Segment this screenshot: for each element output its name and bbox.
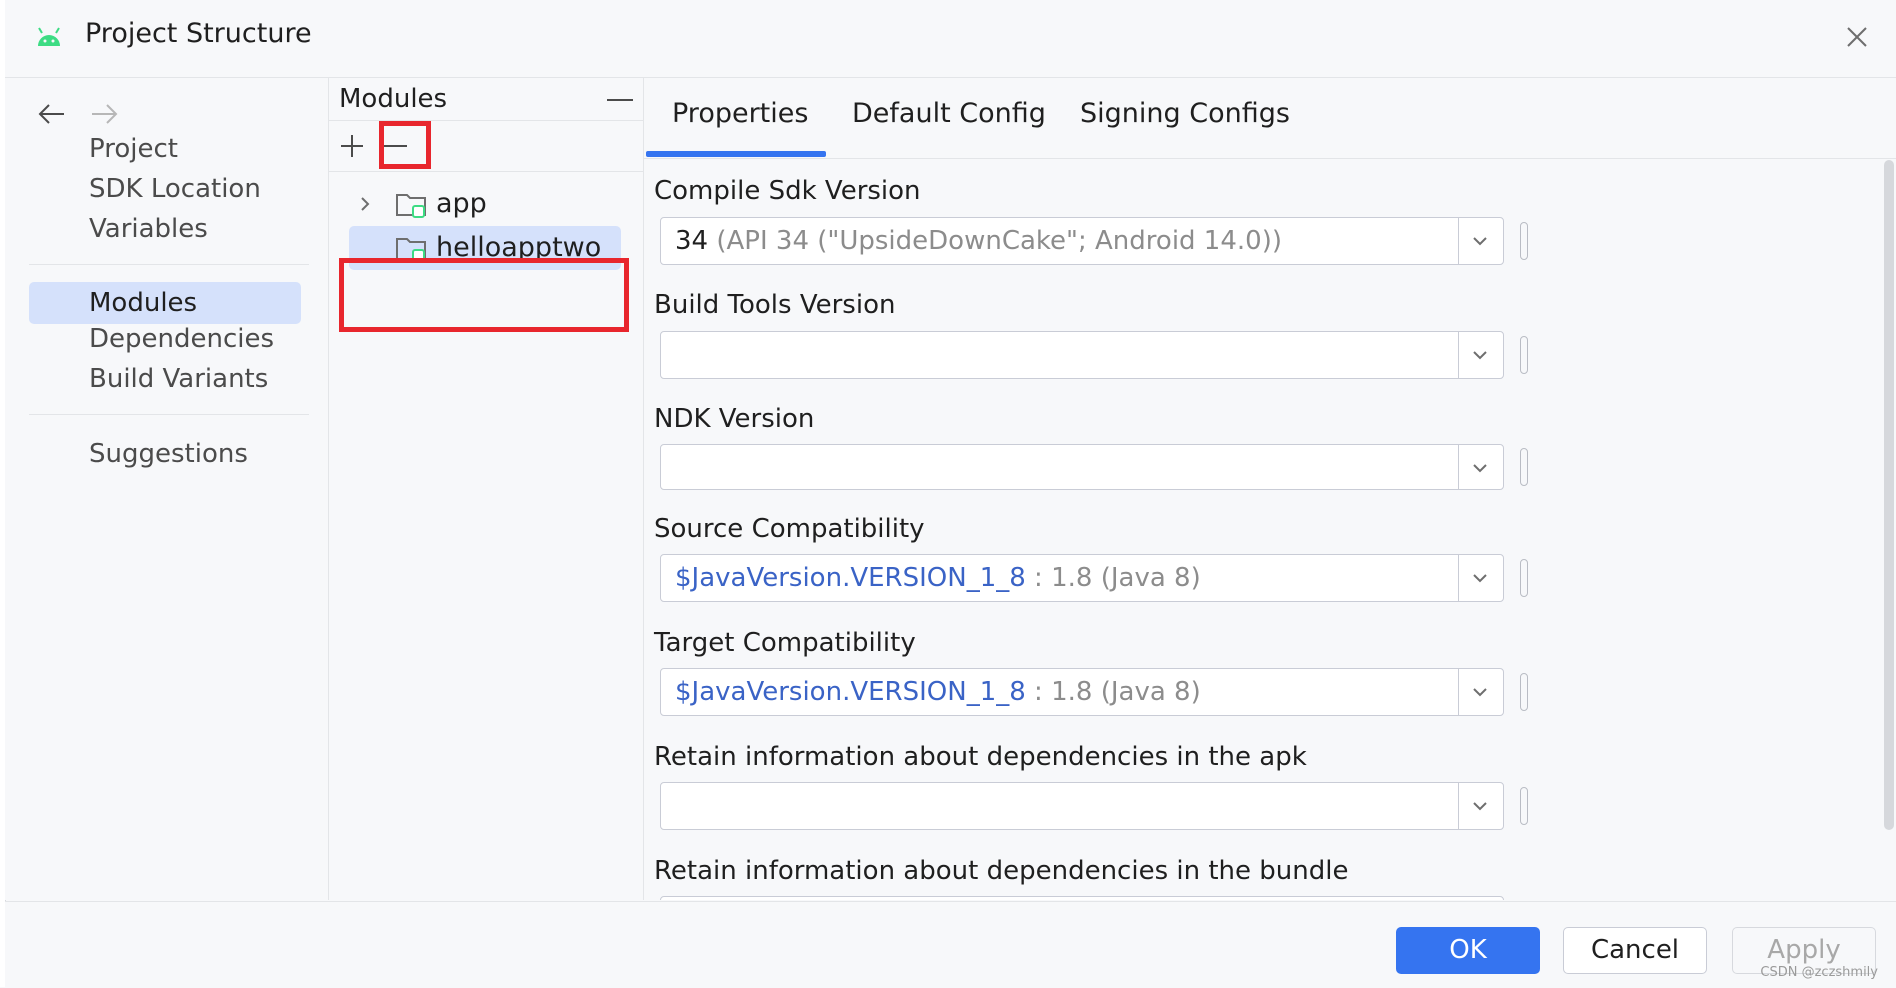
- modules-toolbar: [329, 120, 643, 172]
- field-label-compile-sdk: Compile Sdk Version: [654, 176, 921, 206]
- tab-properties[interactable]: Properties: [672, 98, 808, 129]
- combo-value: 34 (API 34 ("UpsideDownCake"; Android 14…: [675, 226, 1282, 256]
- sidebar-item-label: Modules: [89, 288, 198, 318]
- field-handle[interactable]: [1520, 448, 1528, 486]
- dropdown-button[interactable]: [1458, 783, 1503, 829]
- modules-header: Modules: [339, 84, 448, 114]
- back-arrow-icon[interactable]: [34, 96, 70, 132]
- remove-module-icon[interactable]: [379, 131, 409, 161]
- tab-default-config[interactable]: Default Config: [852, 98, 1046, 129]
- chevron-down-icon: [1473, 688, 1487, 697]
- title-bar: Project Structure: [5, 0, 1896, 78]
- field-handle[interactable]: [1520, 222, 1528, 260]
- add-module-icon[interactable]: [337, 131, 367, 161]
- module-folder-icon: [396, 238, 426, 262]
- dropdown-button[interactable]: [1458, 332, 1503, 378]
- sidebar-item-label: Variables: [89, 214, 208, 244]
- module-label: app: [436, 188, 487, 219]
- chevron-down-icon: [1473, 464, 1487, 473]
- retain-bundle-combobox[interactable]: [660, 896, 1504, 900]
- tab-bar: Properties Default Config Signing Config…: [644, 78, 1896, 159]
- combo-value: $JavaVersion.VERSION_1_8 : 1.8 (Java 8): [675, 563, 1201, 593]
- sidebar-item-build-variants[interactable]: Build Variants: [29, 358, 301, 400]
- module-folder-icon: [396, 194, 426, 218]
- field-handle[interactable]: [1520, 673, 1528, 711]
- chevron-right-icon[interactable]: [355, 194, 375, 214]
- field-label-ndk: NDK Version: [654, 404, 815, 434]
- tab-signing-configs[interactable]: Signing Configs: [1080, 98, 1290, 129]
- minimize-icon[interactable]: [607, 98, 633, 102]
- ok-button[interactable]: OK: [1396, 927, 1540, 974]
- retain-apk-combobox[interactable]: [660, 782, 1504, 830]
- dialog-footer: OK Cancel Apply CSDN @zczshmily: [5, 901, 1896, 988]
- field-label-source-compat: Source Compatibility: [654, 514, 925, 544]
- window-title: Project Structure: [85, 18, 312, 49]
- sidebar-item-label: Project: [89, 134, 178, 164]
- field-handle[interactable]: [1520, 336, 1528, 374]
- settings-sidebar: Project SDK Location Variables Modules D…: [5, 78, 329, 900]
- chevron-down-icon: [1473, 237, 1487, 246]
- combo-value: $JavaVersion.VERSION_1_8 : 1.8 (Java 8): [675, 677, 1201, 707]
- field-label-target-compat: Target Compatibility: [654, 628, 916, 658]
- modules-panel: Modules app helloapp h: [329, 78, 644, 900]
- android-icon: [38, 27, 60, 46]
- close-icon[interactable]: [1840, 20, 1874, 54]
- active-tab-indicator: [646, 151, 826, 157]
- watermark: CSDN @zczshmily: [1760, 965, 1878, 980]
- chevron-down-icon: [1473, 351, 1487, 360]
- module-label: helloapptwo: [436, 232, 602, 263]
- dropdown-button[interactable]: [1458, 445, 1503, 489]
- ndk-combobox[interactable]: [660, 444, 1504, 490]
- sidebar-item-project[interactable]: Project: [29, 128, 301, 170]
- build-tools-combobox[interactable]: [660, 331, 1504, 379]
- module-item-helloapptwo[interactable]: helloapptwo: [349, 226, 621, 270]
- field-handle[interactable]: [1520, 559, 1528, 597]
- sidebar-item-label: Suggestions: [89, 439, 248, 469]
- dropdown-button[interactable]: [1458, 669, 1503, 715]
- field-label-retain-apk: Retain information about dependencies in…: [654, 742, 1307, 772]
- target-compat-combobox[interactable]: $JavaVersion.VERSION_1_8 : 1.8 (Java 8): [660, 668, 1504, 716]
- sidebar-divider: [29, 414, 309, 415]
- sidebar-item-label: Build Variants: [89, 364, 269, 394]
- sidebar-item-variables[interactable]: Variables: [29, 208, 301, 250]
- chevron-down-icon: [1473, 574, 1487, 583]
- dropdown-button[interactable]: [1458, 218, 1503, 264]
- sidebar-item-suggestions[interactable]: Suggestions: [29, 433, 301, 475]
- field-label-retain-bundle: Retain information about dependencies in…: [654, 856, 1349, 886]
- cancel-button[interactable]: Cancel: [1563, 927, 1707, 974]
- properties-panel: Properties Default Config Signing Config…: [644, 78, 1896, 900]
- sidebar-item-sdk-location[interactable]: SDK Location: [29, 168, 301, 210]
- field-handle[interactable]: [1520, 787, 1528, 825]
- vertical-scrollbar[interactable]: [1884, 160, 1894, 830]
- compile-sdk-combobox[interactable]: 34 (API 34 ("UpsideDownCake"; Android 14…: [660, 217, 1504, 265]
- sidebar-item-label: Dependencies: [89, 324, 275, 354]
- field-label-build-tools: Build Tools Version: [654, 290, 896, 320]
- sidebar-item-label: SDK Location: [89, 174, 261, 204]
- module-item-app[interactable]: app: [349, 182, 621, 226]
- dropdown-button[interactable]: [1458, 555, 1503, 601]
- sidebar-divider: [29, 264, 309, 265]
- source-compat-combobox[interactable]: $JavaVersion.VERSION_1_8 : 1.8 (Java 8): [660, 554, 1504, 602]
- forward-arrow-icon[interactable]: [86, 96, 122, 132]
- sidebar-item-dependencies[interactable]: Dependencies: [29, 318, 301, 360]
- chevron-down-icon: [1473, 802, 1487, 811]
